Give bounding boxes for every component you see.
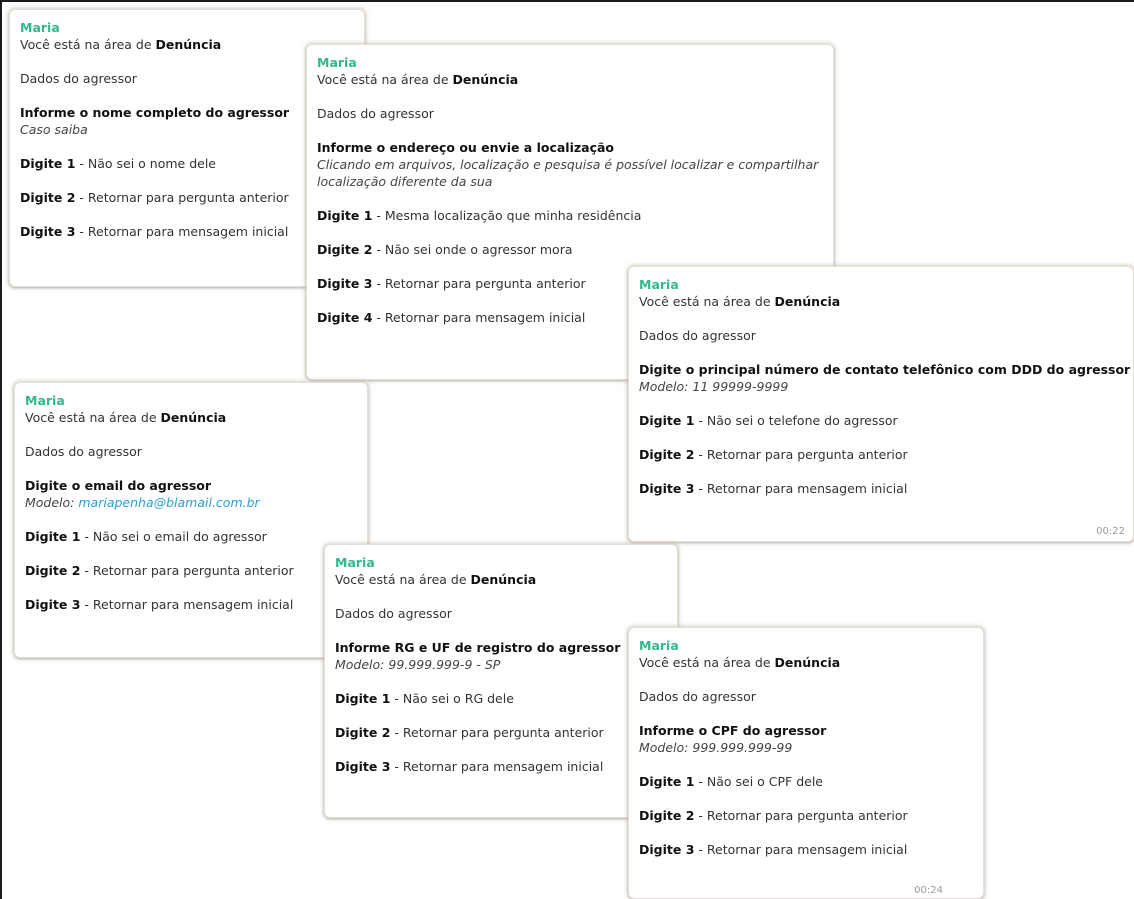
area-line: Você está na área de Denúncia [25, 410, 227, 425]
section-label: Dados do agressor [317, 106, 434, 121]
section-label: Dados do agressor [639, 689, 756, 704]
sender-name: Maria [639, 277, 679, 292]
section-label: Dados do agressor [25, 444, 142, 459]
message-timestamp: 00:22 [1096, 526, 1125, 537]
option-1: Digite 1 - Não sei o email do agressor [25, 529, 267, 544]
area-line: Você está na área de Denúncia [639, 655, 841, 670]
chat-bubble-rg: Maria Você está na área de Denúncia Dado… [324, 544, 678, 818]
sender-name: Maria [20, 20, 60, 35]
hint-text: Caso saiba [20, 122, 88, 137]
option-3: Digite 3 - Retornar para mensagem inicia… [20, 224, 289, 239]
area-line: Você está na área de Denúncia [335, 572, 537, 587]
hint-text: Modelo: mariapenha@blamail.com.br [25, 495, 260, 510]
question-text: Informe o CPF do agressor [639, 723, 827, 738]
question-text: Digite o email do agressor [25, 478, 212, 493]
option-1: Digite 1 - Mesma localização que minha r… [317, 208, 642, 223]
hint-text: Modelo: 999.999.999-99 [639, 740, 793, 755]
option-3: Digite 3 - Retornar para mensagem inicia… [25, 597, 294, 612]
question-text: Informe o endereço ou envie a localizaçã… [317, 140, 615, 155]
message-timestamp: 00:24 [914, 885, 943, 896]
option-1: Digite 1 - Não sei o RG dele [335, 691, 514, 706]
option-1: Digite 1 - Não sei o telefone do agresso… [639, 413, 898, 428]
chat-bubble-email: Maria Você está na área de Denúncia Dado… [14, 382, 368, 658]
option-1: Digite 1 - Não sei o CPF dele [639, 774, 823, 789]
sender-name: Maria [335, 555, 375, 570]
option-2: Digite 2 - Retornar para pergunta anteri… [20, 190, 289, 205]
option-3: Digite 3 - Retornar para mensagem inicia… [335, 759, 604, 774]
option-3: Digite 3 - Retornar para mensagem inicia… [639, 481, 908, 496]
hint-text: Modelo: 11 99999-9999 [639, 379, 789, 394]
sender-name: Maria [317, 55, 357, 70]
hint-text: Modelo: 99.999.999-9 - SP [335, 657, 501, 672]
section-label: Dados do agressor [639, 328, 756, 343]
section-label: Dados do agressor [335, 606, 452, 621]
section-label: Dados do agressor [20, 71, 137, 86]
area-line: Você está na área de Denúncia [20, 37, 222, 52]
chat-bubble-telefone: Maria Você está na área de Denúncia Dado… [628, 266, 1134, 542]
option-3: Digite 3 - Retornar para mensagem inicia… [639, 842, 908, 857]
area-line: Você está na área de Denúncia [639, 294, 841, 309]
option-2: Digite 2 - Retornar para pergunta anteri… [639, 808, 908, 823]
hint-text: Clicando em arquivos, localização e pesq… [317, 157, 819, 189]
option-2: Digite 2 - Não sei onde o agressor mora [317, 242, 573, 257]
option-2: Digite 2 - Retornar para pergunta anteri… [639, 447, 908, 462]
email-link[interactable]: mariapenha@blamail.com.br [78, 495, 259, 510]
area-line: Você está na área de Denúncia [317, 72, 519, 87]
question-text: Informe RG e UF de registro do agressor [335, 640, 621, 655]
question-text: Digite o principal número de contato tel… [639, 362, 1131, 377]
option-2: Digite 2 - Retornar para pergunta anteri… [335, 725, 604, 740]
sender-name: Maria [25, 393, 65, 408]
sender-name: Maria [639, 638, 679, 653]
option-1: Digite 1 - Não sei o nome dele [20, 156, 216, 171]
chat-bubble-cpf: Maria Você está na área de Denúncia Dado… [628, 627, 984, 899]
question-text: Informe o nome completo do agressor [20, 105, 290, 120]
option-2: Digite 2 - Retornar para pergunta anteri… [25, 563, 294, 578]
